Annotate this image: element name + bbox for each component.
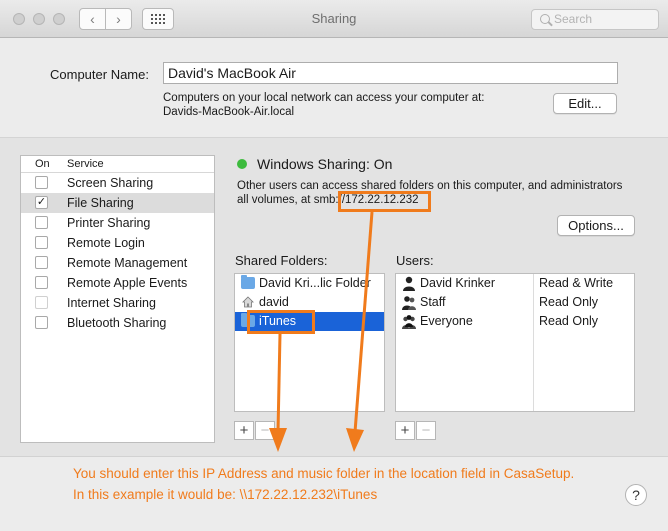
help-button[interactable]: ?: [625, 484, 647, 506]
search-field[interactable]: Search: [531, 9, 659, 30]
checkbox-internet-sharing: [35, 296, 48, 309]
access-info-line2: Davids-MacBook-Air.local: [163, 106, 295, 118]
service-label: Printer Sharing: [67, 216, 151, 230]
grid-icon: [151, 14, 165, 24]
back-button[interactable]: ‹: [79, 8, 106, 30]
minimize-window-button[interactable]: [33, 13, 45, 25]
service-label: File Sharing: [67, 196, 134, 210]
sharing-status-title: Windows Sharing: On: [257, 156, 393, 172]
checkbox-remote-login[interactable]: [35, 236, 48, 249]
service-label: Remote Login: [67, 236, 145, 250]
permission-select[interactable]: Read Only: [539, 295, 598, 309]
options-button[interactable]: Options...: [557, 215, 635, 236]
checkbox-remote-apple-events[interactable]: [35, 276, 48, 289]
service-row-printer-sharing[interactable]: Printer Sharing: [21, 213, 214, 233]
user-name: Staff: [420, 295, 446, 309]
edit-button[interactable]: Edit...: [553, 93, 617, 114]
remove-folder-button[interactable]: −: [255, 421, 275, 440]
search-placeholder: Search: [554, 12, 593, 26]
list-item[interactable]: david: [235, 293, 384, 312]
folder-label: david: [259, 295, 289, 309]
zoom-window-button[interactable]: [53, 13, 65, 25]
chevron-left-icon: ‹: [90, 11, 95, 27]
list-item[interactable]: David Kri...lic Folder: [235, 274, 384, 293]
service-label: Remote Apple Events: [67, 276, 188, 290]
checkbox-bluetooth-sharing[interactable]: [35, 316, 48, 329]
service-label: Internet Sharing: [67, 296, 156, 310]
remove-user-button[interactable]: −: [416, 421, 436, 440]
group-icon: [402, 296, 416, 310]
service-row-remote-apple-events[interactable]: Remote Apple Events: [21, 273, 214, 293]
table-row[interactable]: Staff Read Only: [396, 293, 634, 312]
checkbox-file-sharing[interactable]: ✓: [35, 196, 48, 209]
user-icon: [403, 276, 415, 291]
status-description-line2: all volumes, at smb://172.22.12.232: [237, 194, 419, 206]
close-window-button[interactable]: [13, 13, 25, 25]
folder-icon: [241, 275, 255, 289]
computer-name-pane: [0, 38, 668, 138]
title-bar: ‹ › Sharing Search: [0, 0, 668, 38]
computer-name-input[interactable]: David's MacBook Air: [163, 62, 618, 84]
folder-label: David Kri...lic Folder: [259, 276, 371, 290]
service-row-bluetooth-sharing[interactable]: Bluetooth Sharing: [21, 313, 214, 333]
computer-name-label: Computer Name:: [50, 67, 149, 82]
service-row-screen-sharing[interactable]: Screen Sharing: [21, 173, 214, 193]
annotation-line2: In this example it would be: \\172.22.12…: [73, 487, 378, 502]
users-label: Users:: [396, 253, 434, 268]
everyone-icon: [402, 315, 416, 329]
service-row-file-sharing[interactable]: ✓ File Sharing: [21, 193, 214, 213]
status-description-prefix: all volumes, at smb:: [237, 194, 339, 206]
add-user-button[interactable]: +: [395, 421, 415, 440]
chevron-right-icon: ›: [116, 11, 121, 27]
services-list: On Service Screen Sharing ✓ File Sharing…: [20, 155, 215, 443]
forward-button[interactable]: ›: [105, 8, 132, 30]
shared-folders-list: David Kri...lic Folder david iTunes: [234, 273, 385, 412]
shared-folders-label: Shared Folders:: [235, 253, 328, 268]
table-row[interactable]: Everyone Read Only: [396, 312, 634, 331]
folder-icon: [241, 313, 255, 327]
service-row-remote-management[interactable]: Remote Management: [21, 253, 214, 273]
list-item[interactable]: iTunes: [235, 312, 384, 331]
permission-select[interactable]: Read Only: [539, 314, 598, 328]
search-icon: [540, 14, 550, 24]
service-row-remote-login[interactable]: Remote Login: [21, 233, 214, 253]
checkmark-icon: ✓: [36, 196, 47, 208]
column-header-service: Service: [67, 158, 104, 170]
user-name: David Krinker: [420, 276, 496, 290]
status-description-line1: Other users can access shared folders on…: [237, 180, 623, 192]
access-info-line1: Computers on your local network can acce…: [163, 92, 485, 104]
services-header: On Service: [21, 156, 214, 173]
annotation-line1: You should enter this IP Address and mus…: [73, 466, 575, 481]
users-list: David Krinker Read & Write Staff Read On…: [395, 273, 635, 412]
folder-label: iTunes: [259, 314, 297, 328]
service-label: Remote Management: [67, 256, 188, 270]
table-row[interactable]: David Krinker Read & Write: [396, 274, 634, 293]
permission-select[interactable]: Read & Write: [539, 276, 613, 290]
service-label: Screen Sharing: [67, 176, 154, 190]
home-icon: [242, 296, 254, 308]
service-row-internet-sharing[interactable]: Internet Sharing: [21, 293, 214, 313]
checkbox-remote-management[interactable]: [35, 256, 48, 269]
service-label: Bluetooth Sharing: [67, 316, 167, 330]
user-name: Everyone: [420, 314, 473, 328]
checkbox-screen-sharing[interactable]: [35, 176, 48, 189]
column-header-on: On: [35, 158, 50, 170]
checkbox-printer-sharing[interactable]: [35, 216, 48, 229]
status-indicator-icon: [237, 159, 247, 169]
smb-address: //172.22.12.232: [338, 194, 419, 206]
add-folder-button[interactable]: +: [234, 421, 254, 440]
show-all-button[interactable]: [142, 8, 174, 30]
